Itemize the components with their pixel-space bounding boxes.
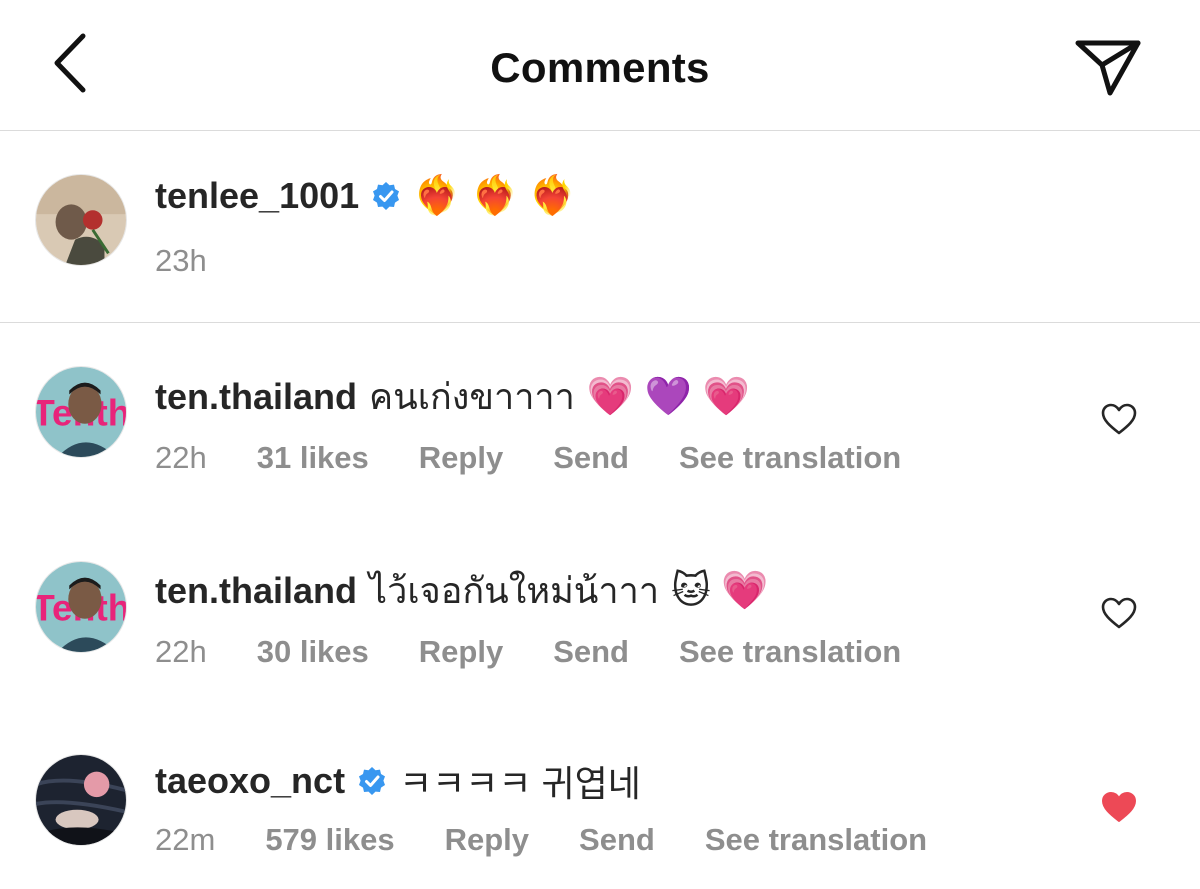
direct-share-button[interactable] [1066, 32, 1150, 102]
reply-button[interactable]: Reply [419, 634, 503, 670]
username-link[interactable]: tenlee_1001 [155, 175, 359, 217]
timestamp: 22h [155, 634, 207, 669]
heart-outline-icon [1101, 597, 1137, 629]
username-link[interactable]: taeoxo_nct [155, 760, 345, 802]
timestamp: 22h [155, 440, 207, 475]
comment-meta: 22h 30 likes Reply Send See translation [155, 634, 951, 670]
avatar[interactable]: Tenth [35, 366, 127, 458]
paper-plane-icon [1075, 40, 1141, 96]
profile-photo: Tenth [36, 562, 126, 652]
like-button[interactable] [1100, 790, 1138, 824]
comments-header: Comments [0, 0, 1200, 131]
heart-filled-icon [1102, 792, 1136, 822]
verified-badge-icon [357, 766, 387, 796]
profile-photo [36, 755, 126, 845]
like-button[interactable] [1100, 596, 1138, 630]
see-translation-link[interactable]: See translation [705, 822, 927, 858]
caption-emojis: ❤️‍🔥 ❤️‍🔥 ❤️‍🔥 [413, 175, 577, 217]
timestamp: 22m [155, 822, 216, 857]
timestamp: 23h [155, 243, 207, 278]
send-button[interactable]: Send [579, 822, 655, 858]
caption-line: tenlee_1001 ❤️‍🔥 ❤️‍🔥 ❤️‍🔥 [155, 175, 576, 217]
profile-photo: Tenth [36, 367, 126, 457]
comment-text: ㅋㅋㅋㅋ 귀엽네 [399, 763, 641, 804]
comment-line: ten.thailand ไว้เจอกันใหม่น้าาา 🐱 💗 [155, 562, 769, 619]
see-translation-link[interactable]: See translation [679, 440, 901, 476]
profile-photo [36, 175, 126, 265]
comment-text: ไว้เจอกันใหม่น้าาา [369, 570, 660, 611]
likes-count[interactable]: 579 likes [265, 822, 394, 858]
send-button[interactable]: Send [553, 440, 629, 476]
username-link[interactable]: ten.thailand [155, 570, 357, 612]
send-button[interactable]: Send [553, 634, 629, 670]
avatar[interactable] [35, 754, 127, 846]
likes-count[interactable]: 31 likes [257, 440, 369, 476]
avatar[interactable]: Tenth [35, 561, 127, 653]
verified-badge-icon [371, 181, 401, 211]
post-caption: tenlee_1001 ❤️‍🔥 ❤️‍🔥 ❤️‍🔥 23h [0, 131, 1200, 323]
likes-count[interactable]: 30 likes [257, 634, 369, 670]
caption-meta: 23h [155, 243, 257, 279]
heart-outline-icon [1101, 403, 1137, 435]
avatar[interactable] [35, 174, 127, 266]
comment-line: taeoxo_nct ㅋㅋㅋㅋ 귀엽네 [155, 755, 641, 807]
comment-emojis: 🐱 💗 [671, 569, 769, 612]
reply-button[interactable]: Reply [445, 822, 529, 858]
username-link[interactable]: ten.thailand [155, 376, 357, 418]
comment-meta: 22m 579 likes Reply Send See translation [155, 822, 977, 858]
comment-emojis: 💗 💜 💗 [586, 375, 750, 418]
reply-button[interactable]: Reply [419, 440, 503, 476]
see-translation-link[interactable]: See translation [679, 634, 901, 670]
page-title: Comments [490, 44, 710, 91]
comment-text: คนเก่งขาาาา [369, 376, 575, 417]
like-button[interactable] [1100, 402, 1138, 436]
comment-line: ten.thailand คนเก่งขาาาา 💗 💜 💗 [155, 368, 750, 425]
comment-meta: 22h 31 likes Reply Send See translation [155, 440, 951, 476]
